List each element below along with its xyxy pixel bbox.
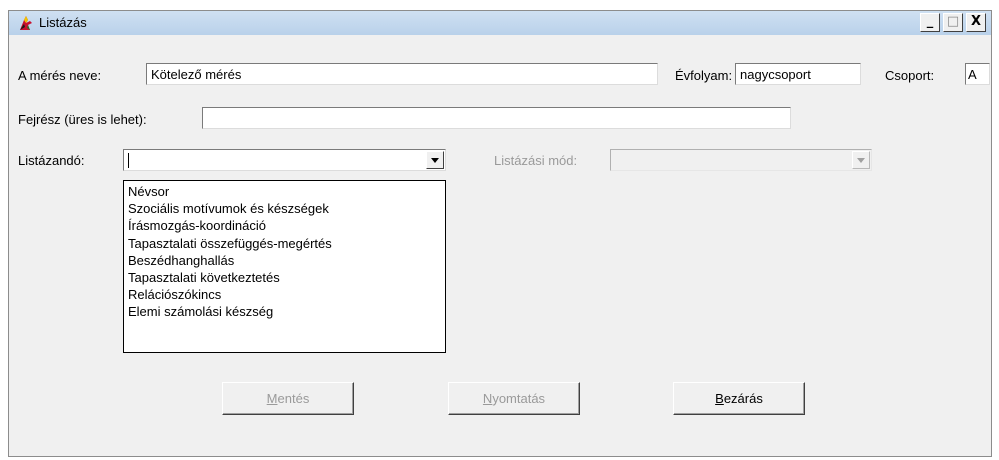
dropdown-option[interactable]: Relációszókincs (124, 286, 445, 303)
print-label: yomtatás (492, 391, 546, 406)
chevron-down-icon (857, 158, 865, 163)
chevron-down-icon (431, 158, 439, 163)
grade-input[interactable] (736, 64, 860, 84)
mode-combobox[interactable] (610, 149, 872, 171)
measurement-name-field[interactable] (146, 63, 658, 85)
measurement-name-label: A mérés neve: (18, 68, 102, 83)
close-icon[interactable]: X (966, 13, 986, 32)
group-label: Csoport: (885, 68, 935, 83)
mode-dropdown-button[interactable] (852, 151, 870, 169)
save-button[interactable]: Mentés (222, 382, 354, 415)
close-accel: B (715, 391, 724, 406)
dropdown-option[interactable]: Tapasztalati következtetés (124, 269, 445, 286)
header-field[interactable] (202, 107, 791, 129)
dropdown-option[interactable]: Beszédhanghallás (124, 252, 445, 269)
mode-label: Listázási mód: (494, 153, 578, 168)
close-button[interactable]: Bezárás (673, 382, 805, 415)
print-button[interactable]: Nyomtatás (448, 382, 580, 415)
print-accel: N (482, 391, 493, 406)
text-caret (128, 153, 129, 168)
minimize-button[interactable]: _ (920, 13, 940, 32)
save-accel: M (266, 391, 278, 406)
header-input[interactable] (203, 108, 790, 128)
app-icon (20, 16, 32, 30)
title-bar[interactable]: Listázás _ □ X (9, 11, 991, 35)
group-field[interactable] (965, 63, 990, 85)
list-label: Listázandó: (18, 153, 85, 168)
window-title: Listázás (39, 15, 87, 30)
dropdown-option[interactable]: Elemi számolási készség (124, 303, 445, 320)
dropdown-option[interactable]: Szociális motívumok és készségek (124, 200, 445, 217)
save-label: entés (277, 391, 310, 406)
grade-label: Évfolyam: (675, 68, 733, 83)
grade-field[interactable] (735, 63, 861, 85)
dropdown-option[interactable]: Tapasztalati összefüggés-megértés (124, 235, 445, 252)
listazas-window: Listázás _ □ X A mérés neve: Évfolyam: C… (8, 10, 992, 457)
maximize-button[interactable]: □ (943, 13, 963, 32)
list-dropdown: Névsor Szociális motívumok és készségek … (123, 180, 446, 353)
header-label: Fejrész (üres is lehet): (18, 112, 147, 127)
dropdown-option[interactable]: Névsor (124, 183, 445, 200)
measurement-name-input[interactable] (147, 64, 657, 84)
dropdown-option[interactable]: Írásmozgás-koordináció (124, 217, 445, 234)
group-input[interactable] (966, 64, 989, 84)
close-label: ezárás (723, 391, 763, 406)
list-combobox[interactable] (123, 149, 446, 171)
list-dropdown-button[interactable] (426, 151, 444, 169)
